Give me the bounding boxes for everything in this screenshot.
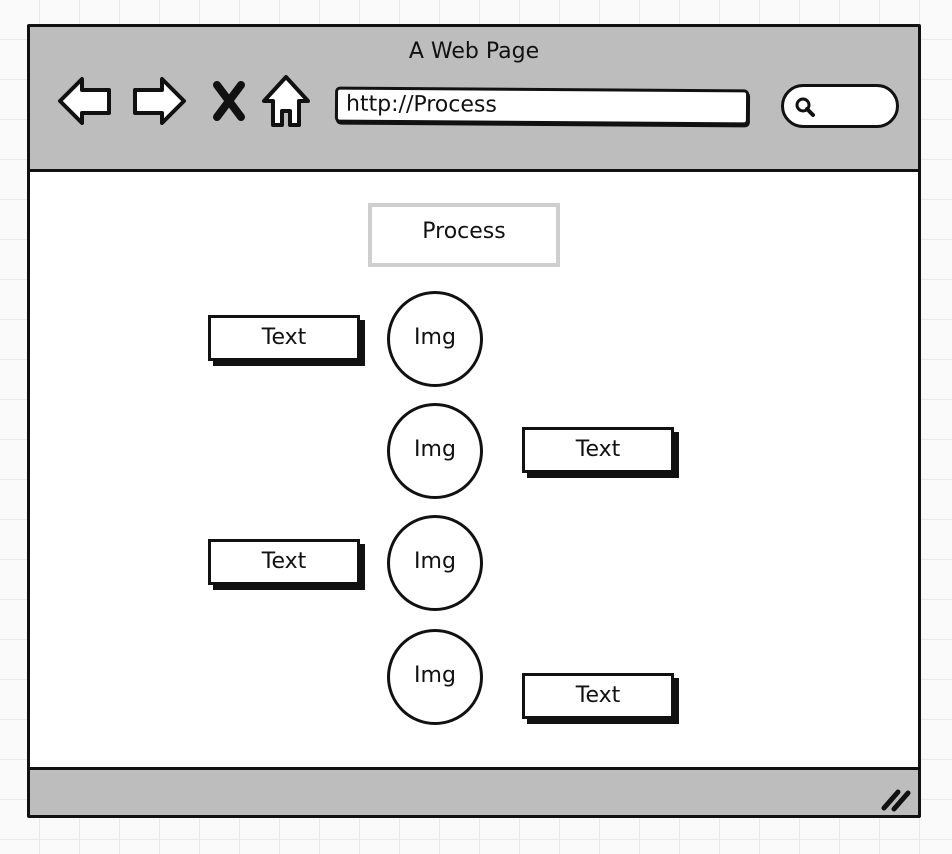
browser-toolbar: A Web Page http://Process [30,27,918,172]
url-input[interactable]: http://Process [334,86,750,126]
back-arrow-icon[interactable] [56,71,114,131]
window-title: A Web Page [408,39,540,64]
step-1-text: Text [208,315,360,361]
step-4-text: Text [522,673,674,719]
search-icon [795,97,815,117]
step-1-image: Img [387,291,483,387]
step-2-text: Text [522,427,674,473]
step-4-image: Img [387,629,483,725]
step-2-image: Img [387,403,483,499]
page-content: Process Text Img Img Text Text Img Img T… [30,172,918,767]
step-3-text: Text [208,539,360,585]
search-input[interactable] [781,84,899,128]
step-3-image: Img [387,515,483,611]
forward-arrow-icon[interactable] [130,71,188,131]
resize-grip-icon[interactable] [878,782,912,812]
process-button[interactable]: Process [368,203,560,267]
close-x-icon[interactable] [212,71,246,131]
home-icon[interactable] [260,71,312,131]
status-bar [30,767,918,815]
browser-window: A Web Page http://Process Process Text I… [27,24,921,818]
